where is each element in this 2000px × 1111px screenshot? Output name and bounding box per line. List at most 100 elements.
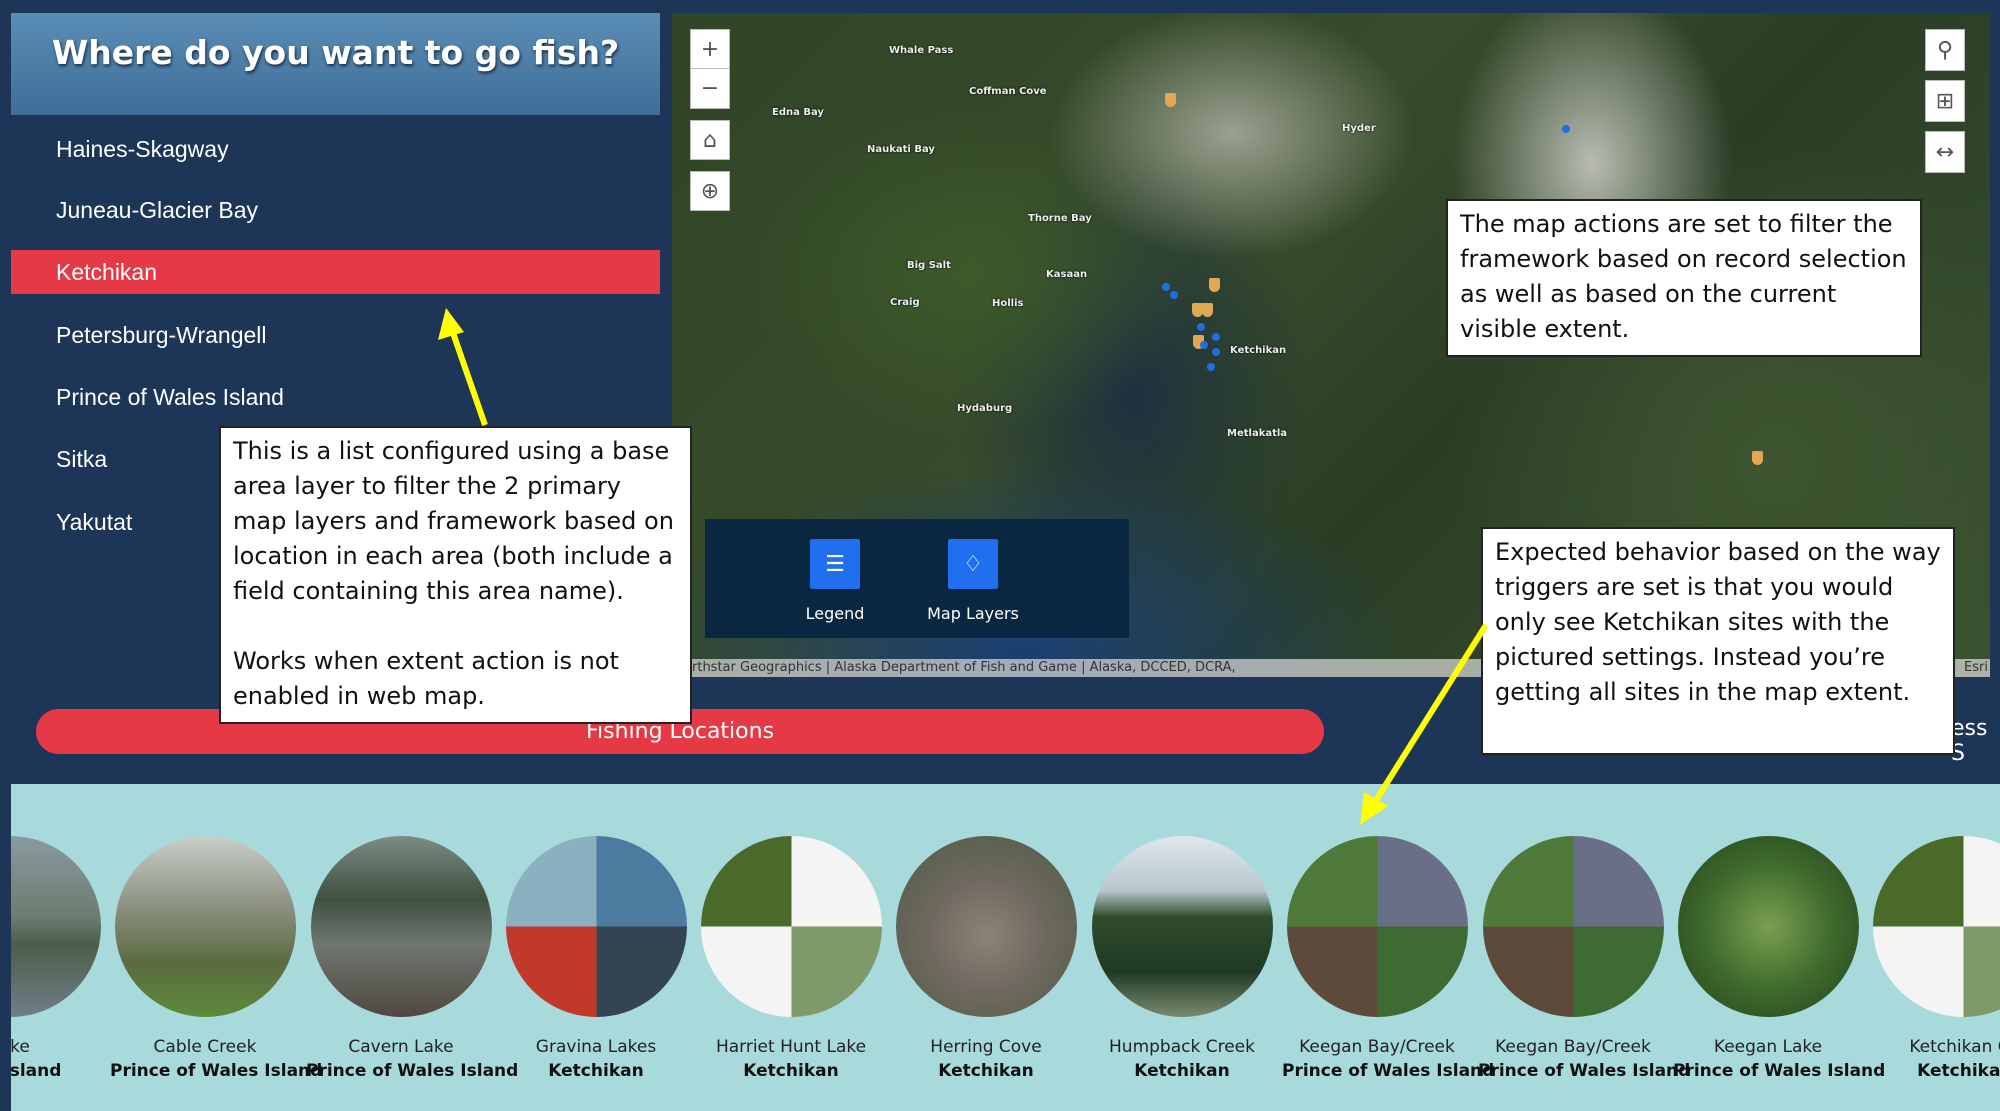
gallery-card[interactable]: Gravina Lakes Ketchikan [501, 836, 691, 1081]
location-photo [1286, 836, 1468, 1017]
location-area: Prince of Wales Island [1282, 1061, 1495, 1081]
search-icon: ⚲ [1936, 37, 1954, 63]
map-place-label: Hydaburg [957, 403, 1013, 414]
callout-list-text-1: This is a list configured using a base a… [233, 437, 674, 605]
gallery-card[interactable]: Cable Creek Prince of Wales Island [110, 836, 323, 1081]
location-photo [895, 836, 1077, 1017]
legend-label: Legend [805, 604, 865, 623]
selected-site-marker[interactable] [1200, 341, 1208, 349]
location-area: Prince of Wales Island [110, 1061, 323, 1081]
fishing-site-marker[interactable] [1209, 278, 1220, 292]
map-place-label: Edna Bay [772, 107, 824, 118]
plus-icon: + [700, 37, 720, 62]
area-item-haines-skagway[interactable]: Haines-Skagway [11, 127, 660, 171]
map-place-label: Thorne Bay [1028, 213, 1092, 224]
location-name: Cable Creek [153, 1037, 257, 1057]
gallery-card[interactable]: Herring Cove Ketchikan [891, 836, 1081, 1081]
callout-expected: Expected behavior based on the way trigg… [1481, 527, 1955, 755]
map-place-label: Whale Pass [889, 45, 954, 56]
map-place-label: Big Salt [907, 260, 951, 271]
map-layers-label: Map Layers [927, 604, 1019, 623]
map-place-label: Hyder [1342, 123, 1376, 134]
location-photo [310, 836, 492, 1017]
location-name: Lake [11, 1037, 30, 1057]
gallery-card[interactable]: Ketchikan Cr Ketchikar [1868, 836, 2000, 1081]
esri-logo: Esri [1964, 660, 1988, 675]
map-place-label: Naukati Bay [867, 144, 935, 155]
area-item-petersburg-wrangell[interactable]: Petersburg-Wrangell [11, 313, 660, 357]
location-name: Harriet Hunt Lake [715, 1037, 867, 1057]
area-item-prince-of-wales-island[interactable]: Prince of Wales Island [11, 375, 660, 419]
gallery-card[interactable]: Humpback Creek Ketchikan [1087, 836, 1277, 1081]
callout-list-text-2: Works when extent action is not enabled … [233, 647, 619, 710]
fishing-site-marker[interactable] [1165, 93, 1176, 107]
location-area: Prince of Wales Island [306, 1061, 519, 1081]
location-photo [1482, 836, 1664, 1017]
gallery-card[interactable]: Lake ales Island [11, 836, 105, 1081]
selected-site-marker[interactable] [1212, 333, 1220, 341]
measure-button[interactable]: ↔ [1925, 131, 1965, 173]
legend-button[interactable]: ☰ [810, 539, 860, 589]
selected-site-marker[interactable] [1162, 283, 1170, 291]
gallery-card[interactable]: Cavern Lake Prince of Wales Island [306, 836, 519, 1081]
location-name: Herring Cove [930, 1037, 1042, 1057]
location-photo [11, 836, 101, 1017]
location-area: Ketchikan [743, 1061, 839, 1081]
gallery-card[interactable]: Harriet Hunt Lake Ketchikan [696, 836, 886, 1081]
selected-site-marker[interactable] [1197, 323, 1205, 331]
location-name: Humpback Creek [1109, 1037, 1255, 1057]
select-grid-icon: ⊞ [1935, 88, 1955, 114]
minus-icon: − [700, 76, 720, 101]
partial-button-text[interactable]: ess S [1951, 716, 2000, 766]
fishing-site-marker[interactable] [1752, 451, 1763, 465]
crosshair-icon: ⊕ [700, 178, 720, 204]
select-button[interactable]: ⊞ [1925, 80, 1965, 122]
location-name: Ketchikan Cr [1909, 1037, 2000, 1057]
location-area: Ketchikar [1917, 1061, 2000, 1081]
location-photo [1872, 836, 2000, 1017]
map-place-label: Kasaan [1046, 269, 1088, 280]
location-area: Ketchikan [1134, 1061, 1230, 1081]
area-item-ketchikan[interactable]: Ketchikan [11, 250, 660, 294]
location-area: Prince of Wales Island [1478, 1061, 1691, 1081]
location-area: Ketchikan [938, 1061, 1034, 1081]
map-place-label: Metlakatla [1227, 428, 1288, 439]
measure-icon: ↔ [1935, 139, 1955, 165]
map-place-label: Hollis [992, 298, 1024, 309]
callout-list: This is a list configured using a base a… [219, 426, 692, 724]
location-name: Gravina Lakes [535, 1037, 657, 1057]
layers-icon: ♢ [963, 551, 983, 577]
title-bar: Where do you want to go fish? [11, 13, 660, 115]
selected-site-marker[interactable] [1212, 348, 1220, 356]
location-photo [1677, 836, 1859, 1017]
zoom-in-button[interactable]: + [690, 29, 730, 70]
fishing-site-marker[interactable] [1202, 303, 1213, 317]
location-name: Keegan Lake [1713, 1037, 1823, 1057]
selected-site-marker[interactable] [1562, 125, 1570, 133]
locate-button[interactable]: ⊕ [690, 171, 730, 211]
location-name: Keegan Bay/Creek [1495, 1037, 1651, 1057]
gallery-card[interactable]: Keegan Bay/Creek Prince of Wales Island [1282, 836, 1495, 1081]
home-button[interactable]: ⌂ [690, 120, 730, 160]
map-layers-button[interactable]: ♢ [948, 539, 998, 589]
page-title: Where do you want to go fish? [51, 33, 620, 72]
gallery-card[interactable]: Keegan Bay/Creek Prince of Wales Island [1478, 836, 1691, 1081]
location-photo [114, 836, 296, 1017]
callout-map-actions: The map actions are set to filter the fr… [1446, 199, 1922, 357]
location-area: ales Island [11, 1061, 62, 1081]
selected-site-marker[interactable] [1207, 363, 1215, 371]
selected-site-marker[interactable] [1170, 291, 1178, 299]
fishing-locations-gallery[interactable]: Lake ales Island Cable Creek Prince of Wale… [11, 784, 2000, 1111]
location-photo [700, 836, 882, 1017]
list-icon: ☰ [825, 551, 845, 577]
location-name: Cavern Lake [348, 1037, 454, 1057]
search-button[interactable]: ⚲ [1925, 29, 1965, 71]
map-place-label: Craig [890, 297, 920, 308]
zoom-out-button[interactable]: − [690, 68, 730, 109]
gallery-card[interactable]: Keegan Lake Prince of Wales Island [1673, 836, 1886, 1081]
location-area: Prince of Wales Island [1673, 1061, 1886, 1081]
location-name: Keegan Bay/Creek [1299, 1037, 1455, 1057]
home-icon: ⌂ [703, 127, 717, 153]
map-place-label: Ketchikan [1230, 345, 1287, 356]
area-item-juneau-glacier-bay[interactable]: Juneau-Glacier Bay [11, 188, 660, 232]
